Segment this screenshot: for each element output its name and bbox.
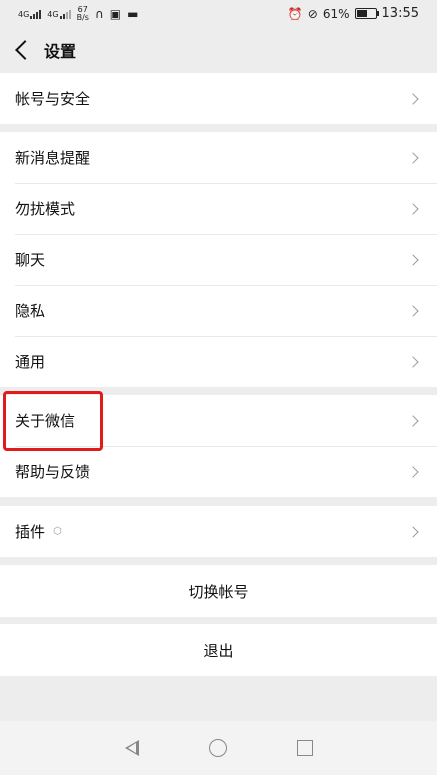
screen-icon: ▣ xyxy=(109,7,122,21)
chevron-right-icon xyxy=(407,525,419,538)
settings-item-chat[interactable]: 聊天 xyxy=(0,234,437,285)
battery-icon xyxy=(354,8,379,19)
chevron-right-icon xyxy=(407,465,419,478)
switch-account-button[interactable]: 切换帐号 xyxy=(0,565,437,617)
signal-icon: 4G xyxy=(18,9,42,19)
page-title: 设置 xyxy=(44,42,77,61)
chevron-right-icon xyxy=(407,414,419,427)
settings-item-plugins[interactable]: 插件 ⬡ xyxy=(0,506,437,557)
highlight-box xyxy=(3,391,103,451)
alarm-icon: ⏰ xyxy=(287,6,303,21)
nav-recents-icon[interactable] xyxy=(296,740,313,756)
settings-item-label: 通用 xyxy=(15,353,46,371)
status-bar: 4G 4G 67 B/s ∩ ▣ ▬ ⏰ ⊘ 61% 13:55 xyxy=(0,0,437,28)
back-icon[interactable] xyxy=(15,40,35,60)
battery-percent: 61% xyxy=(322,6,350,21)
settings-item-privacy[interactable]: 隐私 xyxy=(0,285,437,336)
chevron-right-icon xyxy=(407,202,419,215)
settings-item-label: 帐号与安全 xyxy=(15,90,91,108)
settings-group-general: 新消息提醒 勿扰模式 聊天 隐私 通用 xyxy=(0,132,437,387)
video-icon: ▬ xyxy=(127,7,139,21)
chevron-right-icon xyxy=(407,355,419,368)
settings-item-label: 帮助与反馈 xyxy=(15,463,91,481)
settings-item-label: 隐私 xyxy=(15,302,46,320)
settings-item-account-security[interactable]: 帐号与安全 xyxy=(0,73,437,124)
battery-fill xyxy=(356,10,367,17)
logout-button[interactable]: 退出 xyxy=(0,624,437,676)
chevron-right-icon xyxy=(407,253,419,266)
status-left: 4G 4G 67 B/s ∩ ▣ ▬ xyxy=(18,6,138,22)
signal-icon-2: 4G xyxy=(47,9,71,19)
network-type-2: 4G xyxy=(47,9,59,19)
chevron-right-icon xyxy=(407,92,419,105)
settings-item-label: 勿扰模式 xyxy=(15,200,76,218)
shield-icon: ⬡ xyxy=(53,526,62,537)
settings-item-general[interactable]: 通用 xyxy=(0,336,437,387)
chevron-right-icon xyxy=(407,151,419,164)
status-right: ⏰ ⊘ 61% 13:55 xyxy=(288,6,419,21)
nav-header: 设置 xyxy=(0,28,437,72)
clock: 13:55 xyxy=(381,6,419,21)
logout-label: 退出 xyxy=(203,641,234,660)
network-speed: 67 B/s xyxy=(77,6,89,22)
headphones-icon: ∩ xyxy=(94,7,104,21)
mute-icon: ⊘ xyxy=(307,6,318,21)
settings-item-help-feedback[interactable]: 帮助与反馈 xyxy=(0,446,437,497)
settings-item-notifications[interactable]: 新消息提醒 xyxy=(0,132,437,183)
system-nav-bar xyxy=(0,721,437,775)
chevron-right-icon xyxy=(407,304,419,317)
settings-item-label: 新消息提醒 xyxy=(15,149,91,167)
network-speed-unit: B/s xyxy=(76,13,89,22)
network-type-1: 4G xyxy=(18,9,30,19)
settings-group-plugins: 插件 ⬡ xyxy=(0,506,437,557)
settings-item-label: 聊天 xyxy=(15,251,46,269)
switch-account-label: 切换帐号 xyxy=(188,582,249,601)
nav-back-icon[interactable] xyxy=(124,740,139,756)
nav-home-icon[interactable] xyxy=(208,739,227,757)
settings-item-label: 插件 xyxy=(15,523,46,541)
settings-group-account: 帐号与安全 xyxy=(0,73,437,124)
settings-item-do-not-disturb[interactable]: 勿扰模式 xyxy=(0,183,437,234)
